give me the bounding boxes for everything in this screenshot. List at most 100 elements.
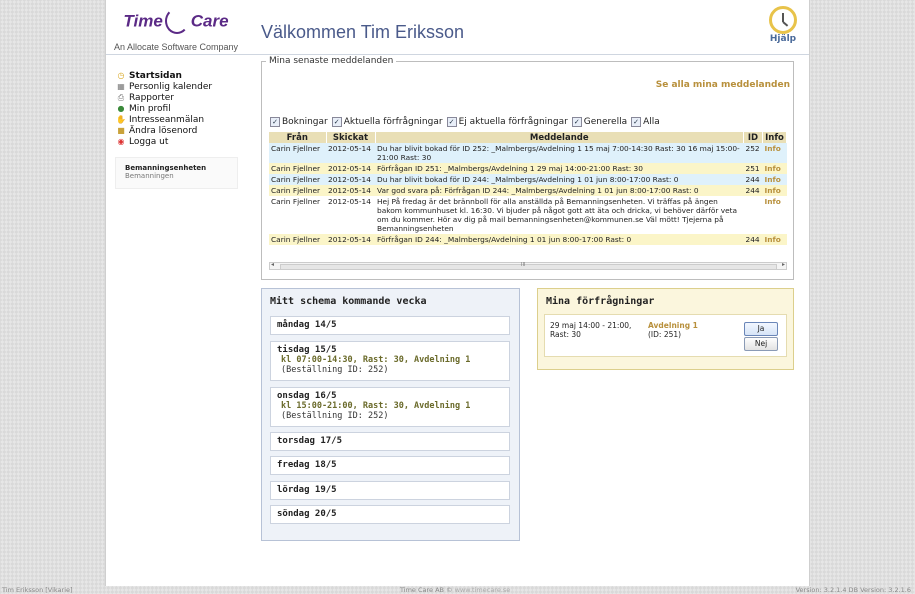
cell-message: Hej På fredag är det brännboll för alla … <box>375 196 744 234</box>
info-link[interactable]: Info <box>762 234 787 245</box>
table-row[interactable]: Carin Fjellner 2012-05-14 Du har blivit … <box>269 174 787 185</box>
lock-icon: ■ <box>117 126 125 135</box>
cell-message: Var god svara på: Förfrågan ID 244: _Mal… <box>375 185 744 196</box>
col-from[interactable]: Från <box>269 132 327 143</box>
day-name: torsdag 17/5 <box>277 436 343 446</box>
day-box-saturday: lördag 19/5 <box>270 481 510 500</box>
info-link[interactable]: Info <box>762 196 787 234</box>
cell-message: Du har blivit bokad för ID 252: _Malmber… <box>375 143 744 163</box>
col-sent[interactable]: Skickat <box>326 132 376 143</box>
cell-from: Carin Fjellner <box>269 143 326 163</box>
footer-url[interactable]: www.timecare.se <box>455 586 511 594</box>
messages-table-wrap: Från Skickat Meddelande ID Info Carin Fj… <box>269 132 787 269</box>
day-name: söndag 20/5 <box>277 509 337 519</box>
cell-message: Förfrågan ID 244: _Malmbergs/Avdelning 1… <box>375 234 744 245</box>
checkbox-checked-icon[interactable]: ✓ <box>446 117 457 127</box>
cell-from: Carin Fjellner <box>269 234 326 245</box>
sidebar-item-logga-ut[interactable]: ◉ Logga ut <box>116 136 246 147</box>
order-id: (Beställning ID: 252) <box>281 411 389 421</box>
day-name: fredag 18/5 <box>277 460 337 470</box>
checkbox-checked-icon[interactable]: ✓ <box>331 117 342 127</box>
cell-id <box>743 196 763 234</box>
help-button[interactable]: Hjälp <box>763 6 803 44</box>
table-row[interactable]: Carin Fjellner 2012-05-14 Förfrågan ID 2… <box>269 234 787 245</box>
messages-panel: Mina senaste meddelanden Se alla mina me… <box>261 56 794 280</box>
footer-version: Version: 3.2.1.4 DB Version: 3.2.1.6 <box>795 586 911 594</box>
shift-detail: kl 15:00-21:00, Rast: 30, Avdelning 1 <box>281 401 471 411</box>
timecare-logo[interactable]: Time Care An Allocate Software Company <box>106 6 246 52</box>
see-all-messages-link[interactable]: Se alla mina meddelanden <box>656 80 790 90</box>
cell-sent: 2012-05-14 <box>326 185 375 196</box>
col-info[interactable]: Info <box>762 132 787 143</box>
footer: Tim Eriksson [Vikarie] Time Care AB © ww… <box>0 584 915 594</box>
header-divider <box>106 54 809 55</box>
sidebar-item-min-profil[interactable]: ● Min profil <box>116 103 246 114</box>
filter-label: Aktuella förfrågningar <box>343 117 443 127</box>
sidebar-item-intresseanmalan[interactable]: ✋ Intresseanmälan <box>116 114 246 125</box>
info-link[interactable]: Info <box>762 143 787 163</box>
footer-company: Time Care AB © www.timecare.se <box>400 586 510 594</box>
sidebar-item-personlig-kalender[interactable]: ▦ Personlig kalender <box>116 81 246 92</box>
help-label: Hjälp <box>769 34 797 44</box>
filter-aktuella[interactable]: ✓ Aktuella förfrågningar <box>331 117 443 127</box>
sidebar-item-label: Intresseanmälan <box>129 114 205 125</box>
filter-ej-aktuella[interactable]: ✓ Ej aktuella förfrågningar <box>446 117 568 127</box>
checkbox-checked-icon[interactable]: ✓ <box>270 117 280 127</box>
filter-label: Generella <box>583 117 628 127</box>
sidebar-item-label: Rapporter <box>129 92 174 103</box>
cell-sent: 2012-05-14 <box>326 143 375 163</box>
logo-tagline: An Allocate Software Company <box>113 42 239 52</box>
table-row[interactable]: Carin Fjellner 2012-05-14 Förfrågan ID 2… <box>269 163 787 174</box>
cell-id: 251 <box>743 163 763 174</box>
logo-wordmark: Time Care <box>121 6 230 38</box>
filter-alla[interactable]: ✓ Alla <box>631 117 660 127</box>
info-link[interactable]: Info <box>762 163 787 174</box>
decline-button[interactable]: Nej <box>744 337 778 351</box>
cell-sent: 2012-05-14 <box>326 196 375 234</box>
day-box-wednesday: onsdag 16/5 kl 15:00-21:00, Rast: 30, Av… <box>270 387 510 427</box>
sidebar-item-andra-losenord[interactable]: ■ Ändra lösenord <box>116 125 246 136</box>
cell-message: Förfrågan ID 251: _Malmbergs/Avdelning 1… <box>375 163 744 174</box>
filter-generella[interactable]: ✓ Generella <box>571 117 628 127</box>
cell-id: 244 <box>743 185 763 196</box>
checkbox-checked-icon[interactable]: ✓ <box>631 117 642 127</box>
calendar-icon: ▦ <box>117 82 125 91</box>
messages-legend: Mina senaste meddelanden <box>266 56 397 66</box>
info-link[interactable]: Info <box>762 185 787 196</box>
day-box-friday: fredag 18/5 <box>270 456 510 475</box>
table-row[interactable]: Carin Fjellner 2012-05-14 Hej På fredag … <box>269 196 787 234</box>
page-title: Välkommen Tim Eriksson <box>261 22 465 42</box>
cell-id: 244 <box>743 234 763 245</box>
sidebar-item-rapporter[interactable]: ⎙ Rapporter <box>116 92 246 103</box>
table-row[interactable]: Carin Fjellner 2012-05-14 Du har blivit … <box>269 143 787 163</box>
request-item: 29 maj 14:00 - 21:00, Rast: 30 Avdelning… <box>544 314 787 357</box>
cell-from: Carin Fjellner <box>269 174 326 185</box>
cell-from: Carin Fjellner <box>269 196 326 234</box>
filter-bokningar[interactable]: ✓ Bokningar <box>270 117 328 127</box>
scroll-left-icon[interactable]: ◂ <box>271 261 274 268</box>
day-name: måndag 14/5 <box>277 320 337 330</box>
sidebar-item-startsidan[interactable]: ◷ Startsidan <box>116 70 246 81</box>
shift-detail: kl 07:00-14:30, Rast: 30, Avdelning 1 <box>281 355 471 365</box>
horizontal-scrollbar[interactable]: ◂ III ▸ <box>269 261 787 270</box>
info-link[interactable]: Info <box>762 174 787 185</box>
table-row[interactable]: Carin Fjellner 2012-05-14 Var god svara … <box>269 185 787 196</box>
request-unit: Avdelning 1 (ID: 251) <box>648 321 698 339</box>
checkbox-checked-icon[interactable]: ✓ <box>571 117 582 127</box>
schedule-panel: Mitt schema kommande vecka måndag 14/5 t… <box>261 288 520 541</box>
filter-label: Bokningar <box>282 117 328 127</box>
scroll-right-icon[interactable]: ▸ <box>782 261 785 268</box>
footer-copyright: Time Care AB © <box>400 586 453 594</box>
printer-icon: ⎙ <box>117 92 125 102</box>
col-message[interactable]: Meddelande <box>375 132 744 143</box>
order-id: (Beställning ID: 252) <box>281 365 389 375</box>
col-id[interactable]: ID <box>743 132 763 143</box>
request-break: Rast: 30 <box>550 330 581 339</box>
requests-panel: Mina förfrågningar 29 maj 14:00 - 21:00,… <box>537 288 794 370</box>
sidebar-nav: ◷ Startsidan ▦ Personlig kalender ⎙ Rapp… <box>116 70 246 147</box>
cell-sent: 2012-05-14 <box>326 234 375 245</box>
cell-message: Du har blivit bokad för ID 244: _Malmber… <box>375 174 744 185</box>
day-box-thursday: torsdag 17/5 <box>270 432 510 451</box>
accept-button[interactable]: Ja <box>744 322 778 336</box>
scroll-thumb[interactable]: III <box>280 262 777 270</box>
